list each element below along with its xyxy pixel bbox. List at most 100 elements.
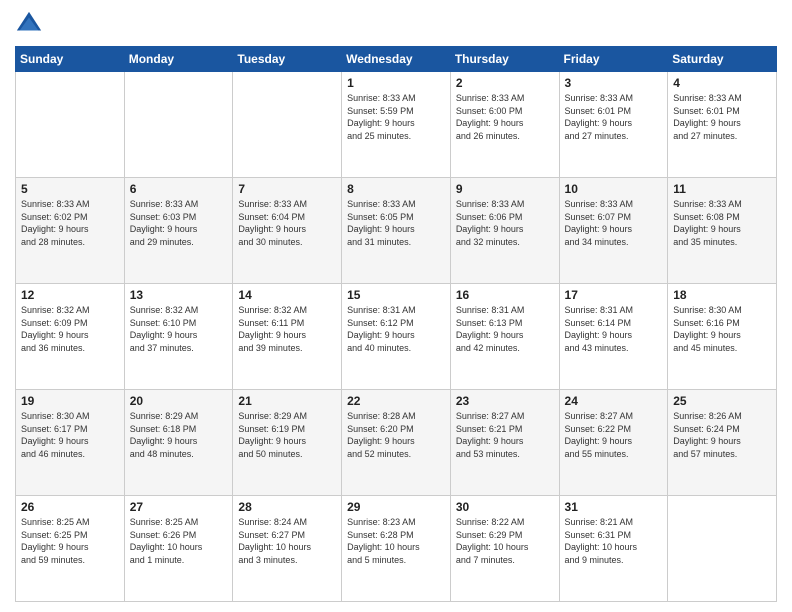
day-number: 11 (673, 182, 771, 196)
day-number: 23 (456, 394, 554, 408)
day-info: Sunrise: 8:33 AM Sunset: 6:01 PM Dayligh… (673, 92, 771, 142)
calendar-week-row: 19 Sunrise: 8:30 AM Sunset: 6:17 PM Dayli… (16, 390, 777, 496)
calendar-cell: 17Sunrise: 8:31 AM Sunset: 6:14 PM Dayli… (559, 284, 668, 390)
calendar-cell: 23 Sunrise: 8:27 AM Sunset: 6:21 PM Dayli… (450, 390, 559, 496)
calendar-cell (16, 72, 125, 178)
calendar-cell: 2 Sunrise: 8:33 AM Sunset: 6:00 PM Daylig… (450, 72, 559, 178)
day-number: 7 (238, 182, 336, 196)
day-info: Sunrise: 8:23 AM Sunset: 6:28 PM Dayligh… (347, 516, 445, 566)
calendar-cell: 26 Sunrise: 8:25 AM Sunset: 6:25 PM Dayli… (16, 496, 125, 602)
calendar-cell: 29 Sunrise: 8:23 AM Sunset: 6:28 PM Dayli… (342, 496, 451, 602)
calendar-week-row: 1 Sunrise: 8:33 AM Sunset: 5:59 PM Daylig… (16, 72, 777, 178)
logo-icon (15, 10, 43, 38)
calendar-cell: 1 Sunrise: 8:33 AM Sunset: 5:59 PM Daylig… (342, 72, 451, 178)
day-info: Sunrise: 8:31 AM Sunset: 6:13 PM Dayligh… (456, 304, 554, 354)
day-info: Sunrise: 8:25 AM Sunset: 6:25 PM Dayligh… (21, 516, 119, 566)
calendar-cell: 21 Sunrise: 8:29 AM Sunset: 6:19 PM Dayli… (233, 390, 342, 496)
day-info: Sunrise: 8:22 AM Sunset: 6:29 PM Dayligh… (456, 516, 554, 566)
calendar-cell: 8 Sunrise: 8:33 AM Sunset: 6:05 PM Daylig… (342, 178, 451, 284)
day-number: 29 (347, 500, 445, 514)
calendar-cell: 12Sunrise: 8:32 AM Sunset: 6:09 PM Dayli… (16, 284, 125, 390)
day-number: 20 (130, 394, 228, 408)
calendar-cell: 14 Sunrise: 8:32 AM Sunset: 6:11 PM Dayli… (233, 284, 342, 390)
calendar-cell: 25 Sunrise: 8:26 AM Sunset: 6:24 PM Dayli… (668, 390, 777, 496)
day-info: Sunrise: 8:21 AM Sunset: 6:31 PM Dayligh… (565, 516, 663, 566)
day-info: Sunrise: 8:24 AM Sunset: 6:27 PM Dayligh… (238, 516, 336, 566)
day-number: 1 (347, 76, 445, 90)
day-info: Sunrise: 8:33 AM Sunset: 5:59 PM Dayligh… (347, 92, 445, 142)
day-info: Sunrise: 8:33 AM Sunset: 6:02 PM Dayligh… (21, 198, 119, 248)
calendar-cell (124, 72, 233, 178)
day-number: 15 (347, 288, 445, 302)
day-info: Sunrise: 8:29 AM Sunset: 6:18 PM Dayligh… (130, 410, 228, 460)
day-number: 27 (130, 500, 228, 514)
day-info: Sunrise: 8:33 AM Sunset: 6:04 PM Dayligh… (238, 198, 336, 248)
weekday-header: Saturday (668, 47, 777, 72)
calendar-cell (668, 496, 777, 602)
calendar-table: SundayMondayTuesdayWednesdayThursdayFrid… (15, 46, 777, 602)
day-number: 25 (673, 394, 771, 408)
day-info: Sunrise: 8:31 AM Sunset: 6:12 PM Dayligh… (347, 304, 445, 354)
weekday-header: Tuesday (233, 47, 342, 72)
day-info: Sunrise: 8:30 AM Sunset: 6:16 PM Dayligh… (673, 304, 771, 354)
weekday-header: Wednesday (342, 47, 451, 72)
day-info: Sunrise: 8:32 AM Sunset: 6:09 PM Dayligh… (21, 304, 119, 354)
day-number: 9 (456, 182, 554, 196)
day-info: Sunrise: 8:33 AM Sunset: 6:08 PM Dayligh… (673, 198, 771, 248)
day-number: 21 (238, 394, 336, 408)
day-number: 19 (21, 394, 119, 408)
calendar-cell: 24 Sunrise: 8:27 AM Sunset: 6:22 PM Dayli… (559, 390, 668, 496)
day-number: 6 (130, 182, 228, 196)
day-number: 26 (21, 500, 119, 514)
day-info: Sunrise: 8:29 AM Sunset: 6:19 PM Dayligh… (238, 410, 336, 460)
day-number: 5 (21, 182, 119, 196)
weekday-header: Sunday (16, 47, 125, 72)
day-number: 13 (130, 288, 228, 302)
day-number: 31 (565, 500, 663, 514)
calendar-week-row: 5 Sunrise: 8:33 AM Sunset: 6:02 PM Daylig… (16, 178, 777, 284)
day-info: Sunrise: 8:27 AM Sunset: 6:22 PM Dayligh… (565, 410, 663, 460)
day-info: Sunrise: 8:25 AM Sunset: 6:26 PM Dayligh… (130, 516, 228, 566)
weekday-header: Monday (124, 47, 233, 72)
calendar-cell: 18 Sunrise: 8:30 AM Sunset: 6:16 PM Dayli… (668, 284, 777, 390)
calendar-cell: 6 Sunrise: 8:33 AM Sunset: 6:03 PM Daylig… (124, 178, 233, 284)
day-info: Sunrise: 8:27 AM Sunset: 6:21 PM Dayligh… (456, 410, 554, 460)
calendar-cell: 30 Sunrise: 8:22 AM Sunset: 6:29 PM Dayli… (450, 496, 559, 602)
day-info: Sunrise: 8:32 AM Sunset: 6:11 PM Dayligh… (238, 304, 336, 354)
day-info: Sunrise: 8:33 AM Sunset: 6:05 PM Dayligh… (347, 198, 445, 248)
calendar-cell: 9Sunrise: 8:33 AM Sunset: 6:06 PM Daylig… (450, 178, 559, 284)
calendar-cell: 15 Sunrise: 8:31 AM Sunset: 6:12 PM Dayli… (342, 284, 451, 390)
day-info: Sunrise: 8:33 AM Sunset: 6:03 PM Dayligh… (130, 198, 228, 248)
calendar-cell: 16 Sunrise: 8:31 AM Sunset: 6:13 PM Dayli… (450, 284, 559, 390)
day-info: Sunrise: 8:33 AM Sunset: 6:07 PM Dayligh… (565, 198, 663, 248)
day-info: Sunrise: 8:32 AM Sunset: 6:10 PM Dayligh… (130, 304, 228, 354)
day-number: 22 (347, 394, 445, 408)
calendar-cell: 22 Sunrise: 8:28 AM Sunset: 6:20 PM Dayli… (342, 390, 451, 496)
day-number: 18 (673, 288, 771, 302)
day-number: 24 (565, 394, 663, 408)
calendar-week-row: 12Sunrise: 8:32 AM Sunset: 6:09 PM Dayli… (16, 284, 777, 390)
header (15, 10, 777, 38)
logo (15, 10, 47, 38)
day-number: 30 (456, 500, 554, 514)
day-number: 10 (565, 182, 663, 196)
day-number: 2 (456, 76, 554, 90)
day-number: 16 (456, 288, 554, 302)
day-info: Sunrise: 8:28 AM Sunset: 6:20 PM Dayligh… (347, 410, 445, 460)
day-info: Sunrise: 8:33 AM Sunset: 6:01 PM Dayligh… (565, 92, 663, 142)
weekday-header: Thursday (450, 47, 559, 72)
day-info: Sunrise: 8:30 AM Sunset: 6:17 PM Dayligh… (21, 410, 119, 460)
calendar-cell: 20 Sunrise: 8:29 AM Sunset: 6:18 PM Dayli… (124, 390, 233, 496)
calendar-header-row: SundayMondayTuesdayWednesdayThursdayFrid… (16, 47, 777, 72)
calendar-cell: 10 Sunrise: 8:33 AM Sunset: 6:07 PM Dayli… (559, 178, 668, 284)
calendar-cell: 3Sunrise: 8:33 AM Sunset: 6:01 PM Daylig… (559, 72, 668, 178)
day-info: Sunrise: 8:26 AM Sunset: 6:24 PM Dayligh… (673, 410, 771, 460)
calendar-week-row: 26 Sunrise: 8:25 AM Sunset: 6:25 PM Dayli… (16, 496, 777, 602)
day-number: 28 (238, 500, 336, 514)
day-info: Sunrise: 8:33 AM Sunset: 6:00 PM Dayligh… (456, 92, 554, 142)
day-number: 8 (347, 182, 445, 196)
day-number: 14 (238, 288, 336, 302)
day-number: 4 (673, 76, 771, 90)
calendar-cell (233, 72, 342, 178)
calendar-cell: 19 Sunrise: 8:30 AM Sunset: 6:17 PM Dayli… (16, 390, 125, 496)
